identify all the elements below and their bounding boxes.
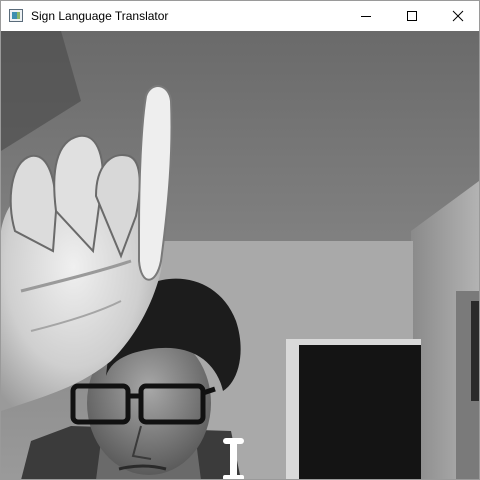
app-icon <box>9 9 23 22</box>
minimize-button[interactable] <box>343 1 389 31</box>
doorway <box>299 345 421 479</box>
camera-frame <box>1 31 479 479</box>
app-window: Sign Language Translator <box>0 0 480 480</box>
close-icon <box>452 10 464 22</box>
title-bar[interactable]: Sign Language Translator <box>1 1 479 31</box>
maximize-button[interactable] <box>389 1 435 31</box>
window-title: Sign Language Translator <box>31 9 169 23</box>
camera-feed <box>1 31 479 479</box>
minimize-icon <box>361 16 371 17</box>
maximize-icon <box>407 11 417 21</box>
close-button[interactable] <box>435 1 479 31</box>
